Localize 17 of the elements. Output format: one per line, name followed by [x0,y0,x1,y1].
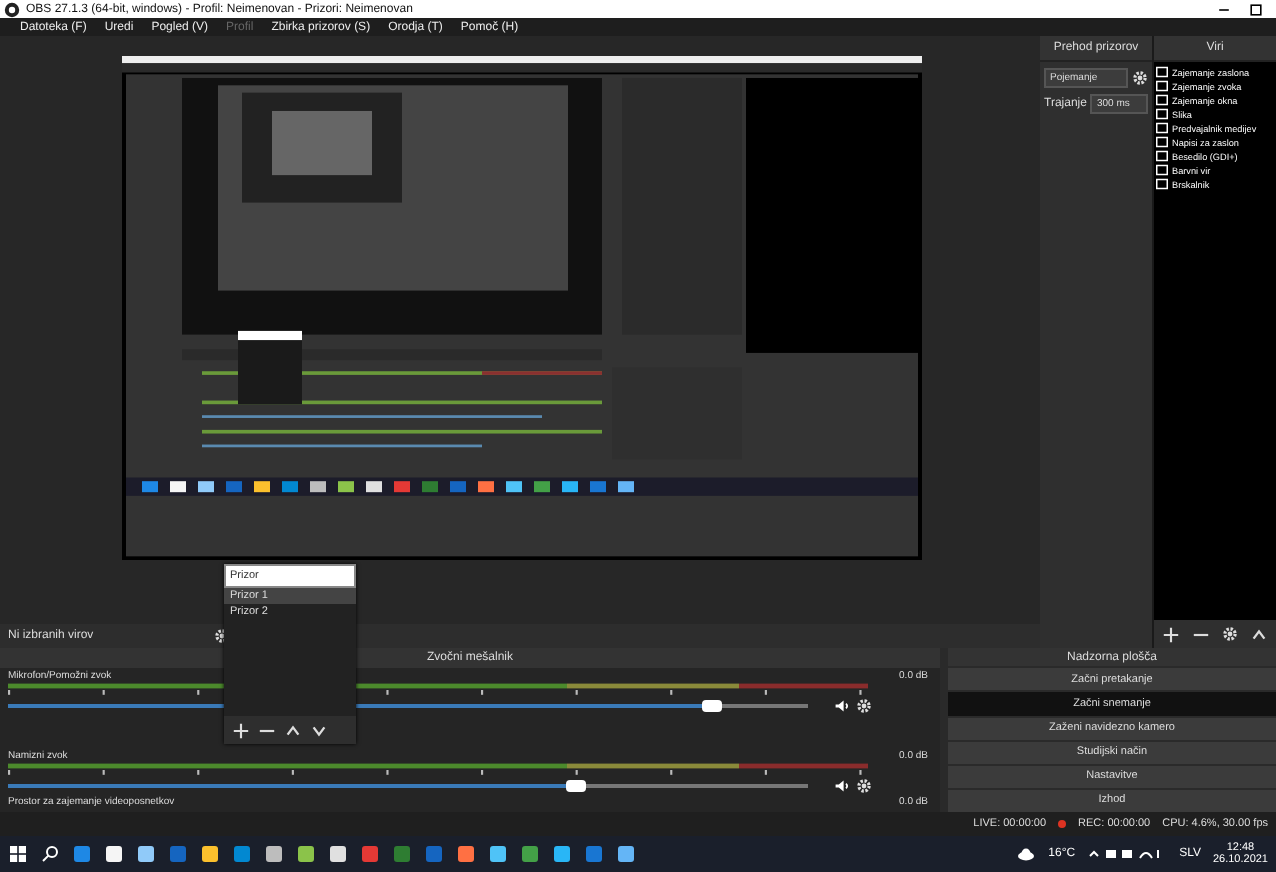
start-icon[interactable] [8,844,28,864]
cloud-icon [1016,844,1037,864]
settings-icon[interactable] [856,778,872,794]
add-icon[interactable] [1162,625,1180,643]
move-up-icon[interactable] [284,721,302,739]
speaker-icon[interactable] [834,698,850,714]
speaker-icon[interactable] [834,778,850,794]
add-icon[interactable] [232,721,250,739]
settings-icon[interactable] [213,628,230,644]
search-icon[interactable] [40,844,60,864]
settings-icon[interactable] [1132,70,1148,86]
record-dot-icon [1058,820,1067,828]
maximize-icon[interactable] [1248,1,1264,17]
move-down-icon[interactable] [310,721,328,739]
settings-icon[interactable] [1222,626,1238,642]
move-up-icon[interactable] [1250,625,1268,643]
settings-icon[interactable] [856,698,872,714]
